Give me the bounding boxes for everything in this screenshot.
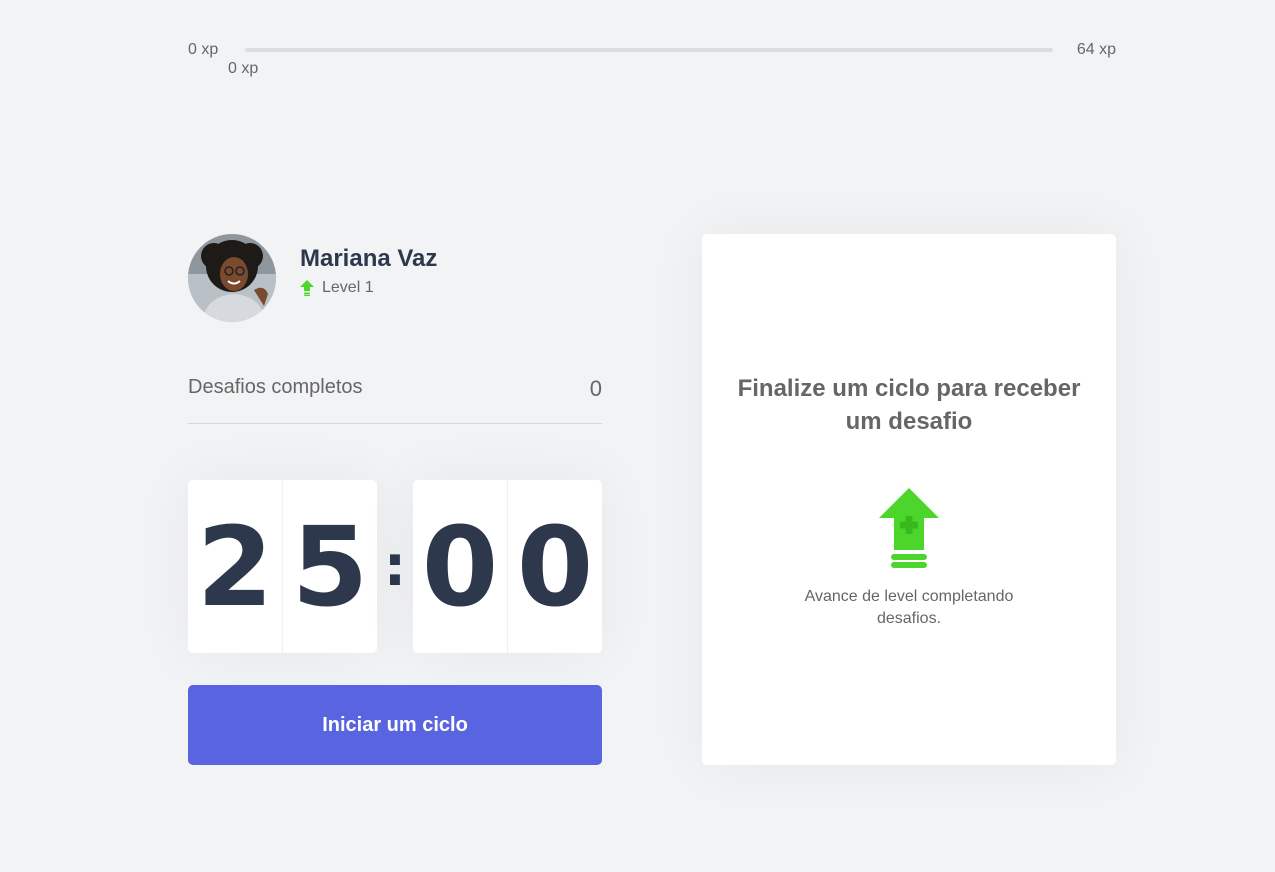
challenge-box-title: Finalize um ciclo para receber um desafi… <box>737 375 1081 435</box>
xp-track <box>245 48 1053 52</box>
challenge-box: Finalize um ciclo para receber um desafi… <box>702 234 1116 765</box>
xp-min-label: 0 xp <box>188 41 219 58</box>
xp-current-label: 0 xp <box>228 60 259 77</box>
avatar <box>188 234 276 322</box>
second-digit-left: 0 <box>421 502 499 631</box>
challenge-box-description: Avance de level completando desafios. <box>804 588 1014 627</box>
start-cycle-button[interactable]: Iniciar um ciclo <box>188 685 602 765</box>
second-digit-right: 0 <box>507 480 602 653</box>
level-row: Level 1 <box>300 279 437 297</box>
seconds: 0 0 <box>413 480 602 653</box>
level-label: Level 1 <box>322 279 374 296</box>
completed-challenges: Desafios completos 0 <box>188 376 602 424</box>
experience-bar: 0 xp 64 xp <box>188 38 1116 62</box>
minutes: 2 5 <box>188 480 377 653</box>
completed-challenges-label: Desafios completos <box>188 376 363 398</box>
level-up-arrow-icon <box>300 280 314 296</box>
countdown: 2 5 : 0 0 <box>188 480 602 653</box>
minute-digit-right: 5 <box>282 480 377 653</box>
completed-challenges-count: 0 <box>589 376 602 401</box>
countdown-separator: : <box>383 534 407 599</box>
minute-digit-left: 2 <box>196 502 274 631</box>
xp-max-label: 64 xp <box>1076 41 1116 58</box>
level-up-icon <box>879 488 939 568</box>
profile-info: Mariana Vaz Level 1 <box>300 245 437 297</box>
profile: Mariana Vaz Level 1 <box>188 234 437 322</box>
avatar-image <box>188 234 276 322</box>
user-name: Mariana Vaz <box>300 245 438 272</box>
